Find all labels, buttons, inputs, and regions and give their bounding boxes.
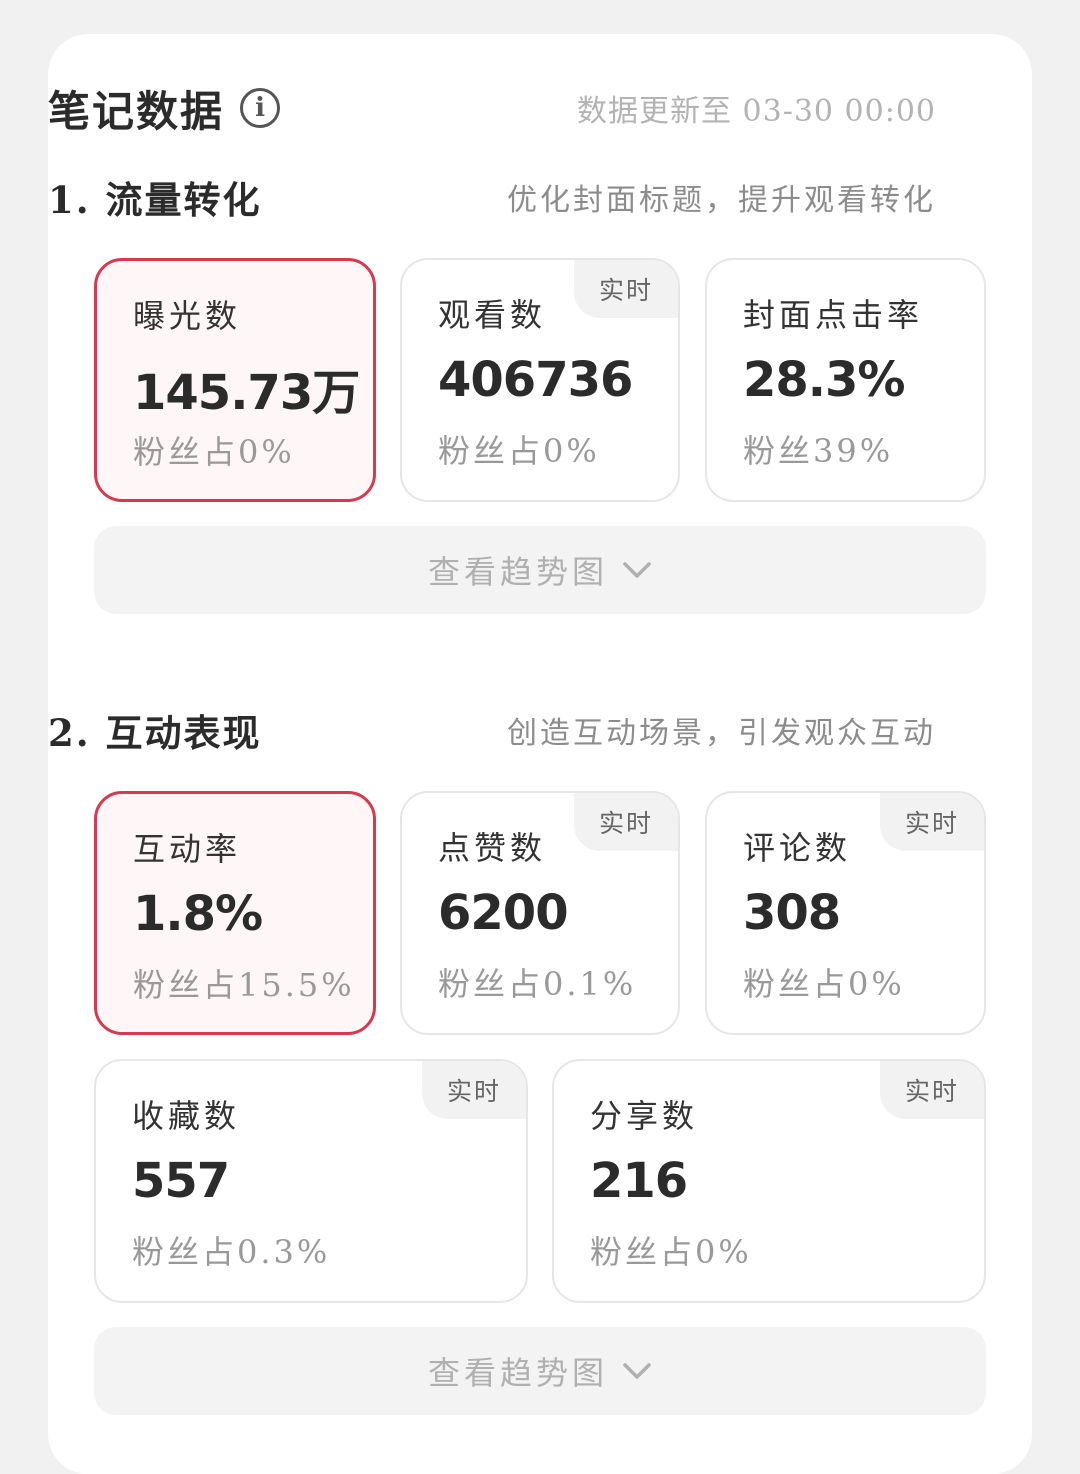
metric-fan-share: 粉丝占0% — [438, 432, 600, 470]
section-title: 2. 互动表现 — [48, 711, 262, 755]
section-engagement-header: 2. 互动表现 创造互动场景，引发观众互动 — [48, 705, 936, 755]
metric-label: 曝光数 — [133, 297, 242, 335]
trend-button-label: 查看趋势图 — [427, 553, 608, 591]
metric-value: 145.73万 — [133, 365, 360, 421]
metric-fan-share: 粉丝占0% — [133, 433, 295, 471]
metric-fan-share: 粉丝占0.1% — [438, 965, 637, 1003]
title-group: 笔记数据 i — [48, 78, 281, 139]
metric-value: 308 — [743, 885, 841, 941]
chevron-down-icon — [622, 1356, 652, 1386]
realtime-badge: 实时 — [574, 793, 678, 851]
metric-card-comments[interactable]: 实时 评论数 308 粉丝占0% — [705, 791, 986, 1035]
metric-fan-share: 粉丝占0.3% — [132, 1233, 331, 1271]
metric-label: 点赞数 — [438, 829, 547, 867]
metric-value: 28.3% — [743, 352, 906, 408]
metric-value: 1.8% — [133, 886, 263, 942]
metric-value: 216 — [590, 1153, 688, 1209]
metric-card-views[interactable]: 实时 观看数 406736 粉丝占0% — [400, 258, 680, 502]
metric-value: 406736 — [438, 352, 633, 408]
metric-fan-share: 粉丝占15.5% — [133, 966, 355, 1004]
view-trend-button[interactable]: 查看趋势图 — [94, 1327, 986, 1415]
metric-label: 封面点击率 — [743, 296, 924, 334]
metric-card-shares[interactable]: 实时 分享数 216 粉丝占0% — [552, 1059, 986, 1303]
info-icon[interactable]: i — [240, 88, 281, 128]
section-title: 1. 流量转化 — [48, 178, 262, 222]
realtime-badge: 实时 — [880, 793, 984, 851]
metric-label: 分享数 — [590, 1097, 699, 1135]
trend-button-label: 查看趋势图 — [427, 1354, 608, 1392]
metric-label: 收藏数 — [132, 1097, 241, 1135]
metric-card-cover-ctr[interactable]: 封面点击率 28.3% 粉丝39% — [705, 258, 986, 502]
realtime-badge: 实时 — [422, 1061, 526, 1119]
metric-label: 评论数 — [743, 829, 852, 867]
metric-fan-share: 粉丝占0% — [743, 965, 905, 1003]
realtime-badge: 实时 — [574, 260, 678, 318]
realtime-badge: 实时 — [880, 1061, 984, 1119]
metric-label: 观看数 — [438, 296, 547, 334]
section-hint: 创造互动场景，引发观众互动 — [507, 716, 936, 751]
metric-label: 互动率 — [133, 830, 242, 868]
metric-value: 6200 — [438, 885, 569, 941]
view-trend-button[interactable]: 查看趋势图 — [94, 526, 986, 614]
metric-card-favorites[interactable]: 实时 收藏数 557 粉丝占0.3% — [94, 1059, 528, 1303]
metric-fan-share: 粉丝39% — [743, 432, 894, 470]
section-hint: 优化封面标题，提升观看转化 — [507, 183, 936, 218]
chevron-down-icon — [622, 555, 652, 585]
metric-card-engagement-rate[interactable]: 互动率 1.8% 粉丝占15.5% — [94, 791, 376, 1035]
metric-card-impressions[interactable]: 曝光数 145.73万 粉丝占0% — [94, 258, 376, 502]
metric-fan-share: 粉丝占0% — [590, 1233, 752, 1271]
section-traffic-header: 1. 流量转化 优化封面标题，提升观看转化 — [48, 172, 936, 222]
page-title: 笔记数据 — [48, 86, 225, 136]
metric-card-likes[interactable]: 实时 点赞数 6200 粉丝占0.1% — [400, 791, 680, 1035]
update-time: 数据更新至 03-30 00:00 — [576, 94, 936, 129]
metric-value: 557 — [132, 1153, 230, 1209]
card-header: 笔记数据 i 数据更新至 03-30 00:00 — [48, 78, 936, 138]
